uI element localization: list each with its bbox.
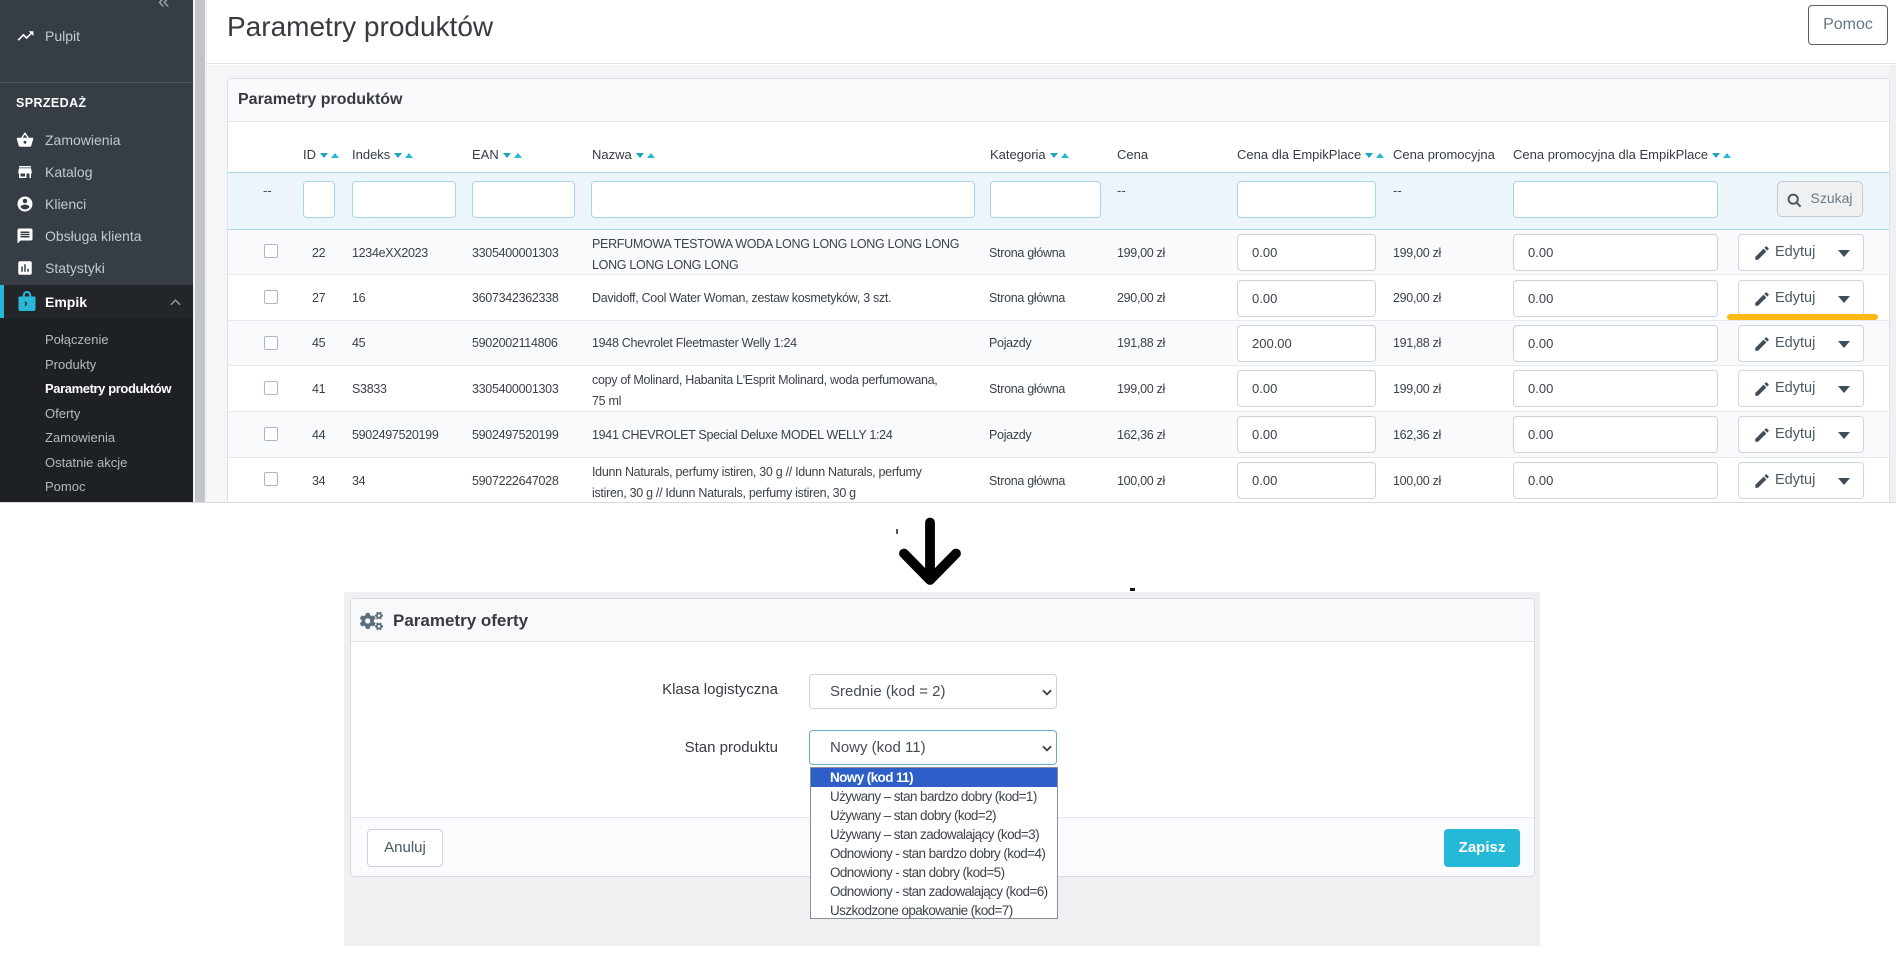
svg-text:›: ›: [24, 298, 28, 310]
